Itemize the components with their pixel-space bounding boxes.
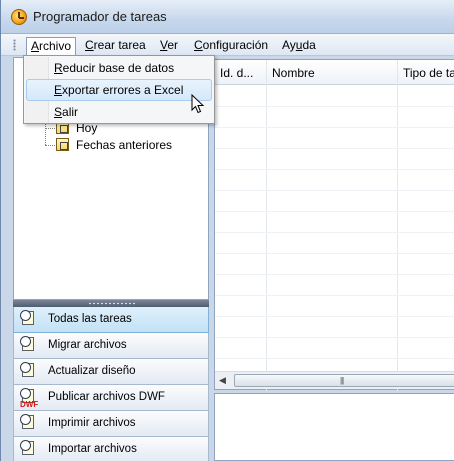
menu-bar: Archivo Crear tarea Ver Configuración Ay… [1, 34, 454, 56]
column-divider[interactable] [266, 60, 267, 391]
dwf-publish-icon: DWF [20, 388, 39, 409]
nav-migrar-archivos[interactable]: Migrar archivos [13, 333, 209, 359]
nav-importar-archivos[interactable]: Importar archivos [13, 437, 209, 461]
row-gridline [215, 127, 454, 128]
tree-connector [45, 128, 55, 129]
menu-item-exportar-errores-a-excel[interactable]: Exportar errores a Excel [26, 79, 212, 101]
clock-sheet-icon [20, 310, 38, 328]
task-grid[interactable]: Id. d... Nombre Tipo de ta ◀ ||| [214, 59, 454, 391]
column-header-nombre[interactable]: Nombre [272, 66, 315, 80]
nav-label: Publicar archivos DWF [48, 391, 165, 403]
archivo-dropdown-menu: Reducir base de datos Exportar errores a… [23, 55, 215, 124]
menu-item-salir[interactable]: Salir [26, 101, 212, 123]
app-window: Programador de tareas Archivo Crear tare… [0, 0, 454, 461]
column-header-id[interactable]: Id. d... [220, 66, 253, 80]
nav-imprimir-archivos[interactable]: Imprimir archivos [13, 411, 209, 437]
row-gridline [215, 337, 454, 338]
nav-publicar-archivos-dwf[interactable]: DWF Publicar archivos DWF [13, 385, 209, 411]
tree-connector [45, 145, 55, 146]
migrate-icon [20, 336, 38, 354]
grip-handle-icon[interactable] [13, 39, 16, 51]
window-title: Programador de tareas [33, 9, 167, 24]
menu-ayuda[interactable]: Ayuda [278, 37, 320, 54]
mouse-pointer-icon [191, 94, 205, 114]
row-gridline [215, 211, 454, 212]
title-bar[interactable]: Programador de tareas [1, 0, 454, 34]
horizontal-scrollbar[interactable]: ◀ ||| [215, 371, 454, 389]
update-icon [20, 362, 38, 380]
row-gridline [215, 106, 454, 107]
clock-app-icon[interactable] [11, 9, 27, 25]
calendar-icon [56, 138, 69, 151]
print-icon [20, 414, 38, 432]
row-gridline [215, 148, 454, 149]
column-header-tipo[interactable]: Tipo de ta [403, 66, 454, 80]
menu-item-reducir-base-de-datos[interactable]: Reducir base de datos [26, 57, 212, 79]
menu-crear-tarea[interactable]: Crear tarea [81, 37, 150, 54]
tree-item-label: Fechas anteriores [76, 138, 173, 152]
detail-pane[interactable] [214, 393, 454, 461]
column-divider[interactable] [397, 60, 398, 391]
thumb-grip-icon: ||| [340, 376, 344, 385]
menu-configuracion[interactable]: Configuración [190, 37, 272, 54]
nav-label: Migrar archivos [48, 339, 127, 351]
nav-label: Imprimir archivos [48, 417, 136, 429]
dwf-tag: DWF [20, 400, 39, 409]
row-gridline [215, 169, 454, 170]
menu-ver[interactable]: Ver [156, 37, 182, 54]
nav-actualizar-diseno[interactable]: Actualizar diseño [13, 359, 209, 385]
nav-label: Todas las tareas [48, 313, 132, 325]
nav-todas-las-tareas[interactable]: Todas las tareas [13, 307, 209, 333]
row-gridline [215, 190, 454, 191]
row-gridline [215, 295, 454, 296]
splitter-grip-icon [88, 302, 136, 305]
row-gridline [215, 232, 454, 233]
panel-splitter[interactable] [13, 300, 209, 307]
row-gridline [215, 274, 454, 275]
row-gridline [215, 253, 454, 254]
nav-label: Actualizar diseño [48, 365, 136, 377]
menu-archivo[interactable]: Archivo [26, 37, 77, 56]
tree-item-fechas-anteriores[interactable]: Fechas anteriores [56, 137, 206, 153]
import-icon [20, 440, 38, 458]
nav-label: Importar archivos [48, 443, 137, 455]
row-gridline [215, 316, 454, 317]
scrollbar-thumb[interactable]: ||| [234, 374, 454, 387]
row-gridline [215, 358, 454, 359]
scroll-left-arrow-icon[interactable]: ◀ [219, 375, 226, 386]
grid-header: Id. d... Nombre Tipo de ta [215, 60, 454, 85]
